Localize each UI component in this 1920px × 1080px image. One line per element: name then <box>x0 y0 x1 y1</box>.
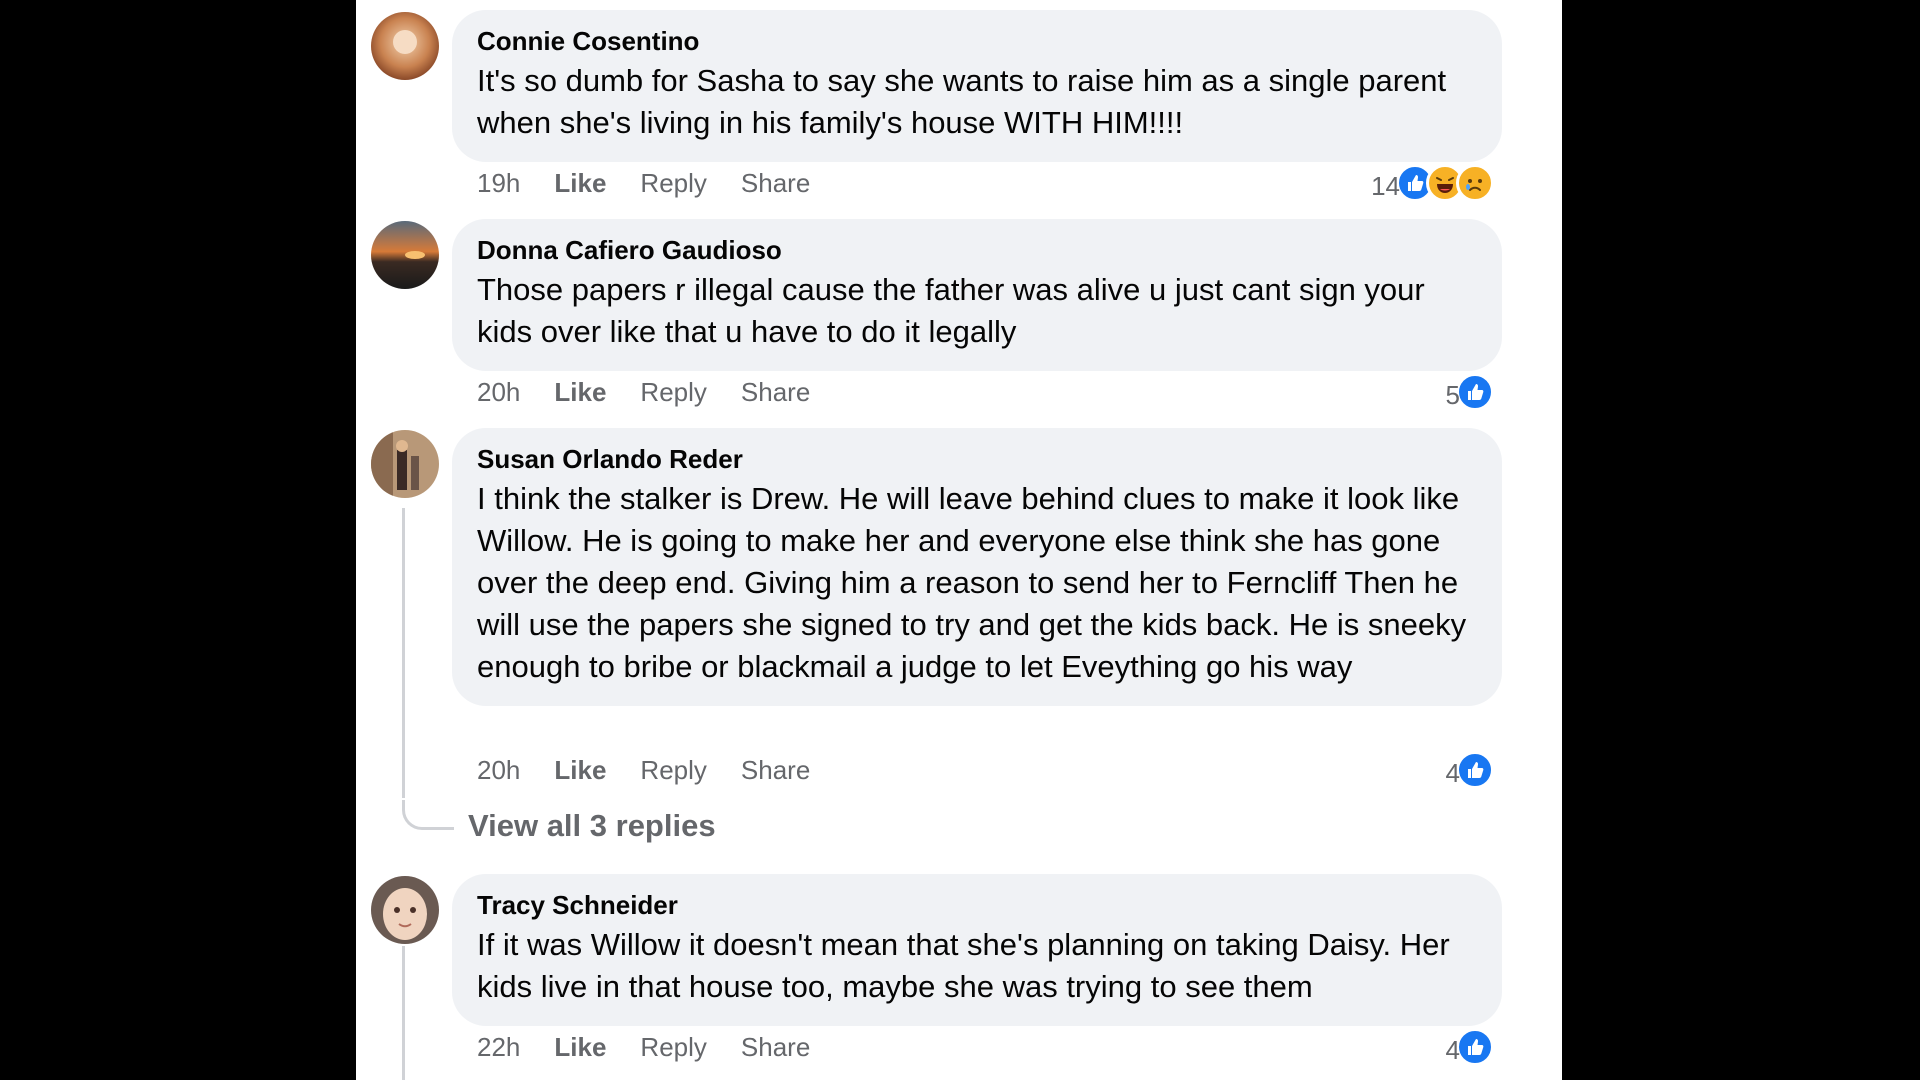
reaction-summary[interactable]: 4 <box>1446 1027 1494 1067</box>
comment-actions: 20h Like Reply Share <box>477 750 844 790</box>
comment-bubble: Donna Cafiero Gaudioso Those papers r il… <box>452 219 1502 371</box>
sad-reaction-icon <box>1456 164 1494 202</box>
thread-line <box>402 946 405 1080</box>
comment-text: If it was Willow it doesn't mean that sh… <box>477 927 1450 1004</box>
reaction-summary[interactable]: 4 <box>1446 750 1494 790</box>
comment-actions: 22h Like Reply Share <box>477 1027 844 1067</box>
like-reaction-icon <box>1456 751 1494 789</box>
share-button[interactable]: Share <box>741 1032 810 1063</box>
thread-connector <box>402 800 454 830</box>
comment-author[interactable]: Donna Cafiero Gaudioso <box>477 235 1478 265</box>
avatar[interactable] <box>371 12 439 80</box>
reply-button[interactable]: Reply <box>640 377 706 408</box>
comment-text: Those papers r illegal cause the father … <box>477 272 1425 349</box>
thread-line <box>402 508 405 798</box>
reply-button[interactable]: Reply <box>640 1032 706 1063</box>
like-reaction-icon <box>1456 1028 1494 1066</box>
comment-time[interactable]: 22h <box>477 1032 520 1063</box>
comment-time[interactable]: 20h <box>477 377 520 408</box>
comment-actions: 19h Like Reply Share <box>477 163 844 203</box>
reaction-count: 5 <box>1445 379 1460 410</box>
avatar[interactable] <box>371 876 439 944</box>
comments-panel: Connie Cosentino It's so dumb for Sasha … <box>356 0 1562 1080</box>
reaction-count: 4 <box>1445 757 1460 788</box>
reply-button[interactable]: Reply <box>640 755 706 786</box>
like-button[interactable]: Like <box>554 168 606 199</box>
reaction-summary[interactable]: 5 <box>1446 372 1494 412</box>
comment-text: I think the stalker is Drew. He will lea… <box>477 481 1467 684</box>
comment-actions: 20h Like Reply Share <box>477 372 844 412</box>
comment-bubble: Susan Orlando Reder I think the stalker … <box>452 428 1502 706</box>
share-button[interactable]: Share <box>741 168 810 199</box>
like-reaction-icon <box>1456 373 1494 411</box>
comment-author[interactable]: Susan Orlando Reder <box>477 444 1478 474</box>
comment-text: It's so dumb for Sasha to say she wants … <box>477 63 1447 140</box>
share-button[interactable]: Share <box>741 755 810 786</box>
share-button[interactable]: Share <box>741 377 810 408</box>
reply-button[interactable]: Reply <box>640 168 706 199</box>
avatar[interactable] <box>371 221 439 289</box>
reaction-count: 14 <box>1371 170 1400 201</box>
like-button[interactable]: Like <box>554 755 606 786</box>
like-button[interactable]: Like <box>554 1032 606 1063</box>
comment-author[interactable]: Connie Cosentino <box>477 26 1478 56</box>
comment-author[interactable]: Tracy Schneider <box>477 890 1478 920</box>
view-all-replies-link[interactable]: View all 3 replies <box>468 808 716 844</box>
reaction-count: 4 <box>1445 1034 1460 1065</box>
avatar[interactable] <box>371 430 439 498</box>
comment-bubble: Tracy Schneider If it was Willow it does… <box>452 874 1502 1026</box>
reaction-summary[interactable]: 14 <box>1371 163 1494 203</box>
comment-time[interactable]: 19h <box>477 168 520 199</box>
comment-time[interactable]: 20h <box>477 755 520 786</box>
comment-bubble: Connie Cosentino It's so dumb for Sasha … <box>452 10 1502 162</box>
like-button[interactable]: Like <box>554 377 606 408</box>
